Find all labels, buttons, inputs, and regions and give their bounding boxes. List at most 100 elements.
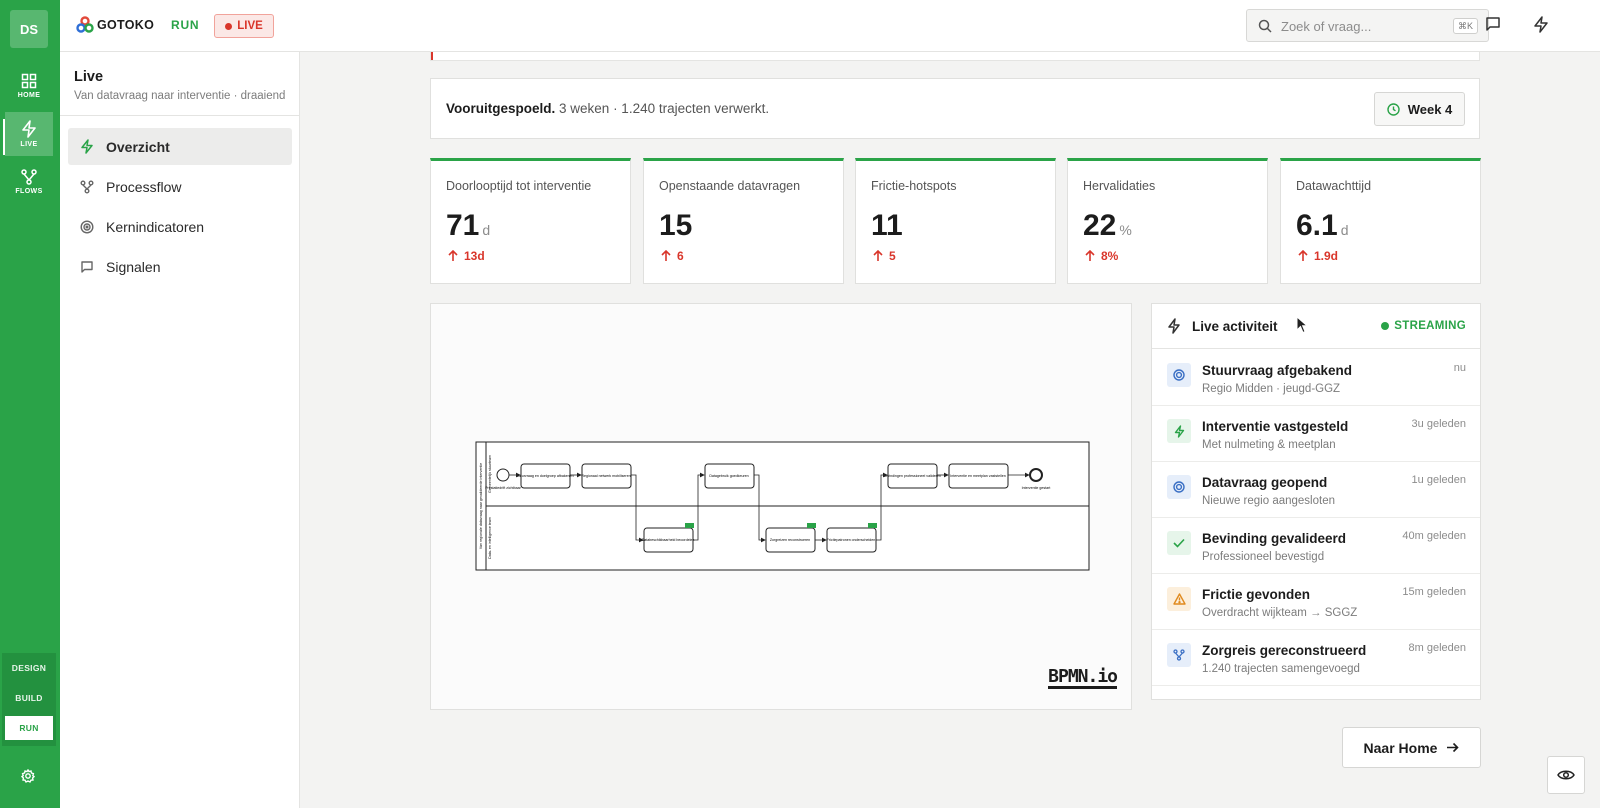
kpi-card[interactable]: Datawachttijd 6.1 d 1.9d — [1280, 158, 1481, 284]
kpi-card[interactable]: Frictie-hotspots 11 5 — [855, 158, 1056, 284]
bpmn-task-label: Zorgreizen reconstrueren — [770, 538, 810, 542]
home-button-label: Naar Home — [1363, 739, 1438, 756]
week-label: Week 4 — [1407, 101, 1453, 117]
bpmn-io-logo[interactable]: BPMN.io — [1048, 668, 1118, 689]
search-icon — [1258, 19, 1272, 33]
sidebar-item-signalen[interactable]: Signalen — [68, 248, 292, 285]
sidebar-item-overzicht[interactable]: Overzicht — [68, 128, 292, 165]
app-logo[interactable]: GOTOKO — [76, 16, 154, 34]
end-event-label: Interventie gestart — [1022, 486, 1051, 490]
rail-item-home[interactable]: HOME — [5, 64, 53, 108]
mode-label: RUN — [171, 18, 200, 32]
activity-item[interactable]: Stuurvraag afgebakend Regio Midden · jeu… — [1152, 350, 1480, 406]
start-event-label: Prestatiedrift zichtbaar — [485, 486, 522, 490]
activity-item-title: Interventie vastgesteld — [1202, 419, 1349, 434]
rail-item-label: FLOWS — [15, 188, 43, 195]
sidebar-item-processflow[interactable]: Processflow — [68, 168, 292, 205]
activity-item-subtitle: Overdracht wijkteam → SGGZ — [1202, 607, 1358, 619]
kpi-number: 71 — [446, 209, 480, 242]
flow-icon — [79, 179, 95, 195]
mouse-cursor-icon — [1296, 315, 1309, 339]
activity-item[interactable]: Zorgreis gereconstrueerd 1.240 trajecten… — [1152, 630, 1480, 686]
top-header: GOTOKO RUN LIVE Zoek of vraag... ⌘K — [60, 0, 1600, 52]
home-button[interactable]: Naar Home — [1342, 727, 1481, 768]
live-activity-panel: Live activiteit STREAMING Stuurvraag afg… — [1151, 303, 1481, 700]
kpi-card[interactable]: Openstaande datavragen 15 6 — [643, 158, 844, 284]
rail-item-live[interactable]: LIVE — [5, 112, 53, 156]
activity-item[interactable]: Frictie gevonden Overdracht wijkteam → S… — [1152, 574, 1480, 630]
rail-item-flows[interactable]: FLOWS — [5, 160, 53, 204]
kpi-delta: 8% — [1085, 249, 1118, 263]
activity-button[interactable] — [1533, 16, 1549, 38]
bpmn-task-label: Interventie en meetplan vaststellen — [950, 474, 1006, 478]
kpi-number: 22 — [1083, 209, 1117, 242]
mode-design[interactable]: DESIGN — [5, 656, 53, 680]
activity-item-time: nu — [1453, 362, 1466, 374]
message-icon — [1486, 17, 1500, 31]
alert-strip — [430, 52, 1480, 61]
bpmn-task-label: Databeschikbaarheid beoordelen — [642, 538, 695, 542]
bpmn-task-label: Datagebruik goedkeuren — [709, 474, 748, 478]
lane-label: Data- en intelligence team — [488, 517, 492, 559]
bolt-icon — [1167, 419, 1191, 443]
kpi-delta-value: 6 — [677, 249, 684, 263]
activity-item-title: Stuurvraag afgebakend — [1202, 363, 1353, 378]
arrow-up-icon — [1298, 250, 1308, 261]
kpi-card[interactable]: Doorlooptijd tot interventie 71 d 13d — [430, 158, 631, 284]
progress-banner: Vooruitgespoeld. 3 weken · 1.240 traject… — [430, 78, 1480, 139]
eye-icon — [1557, 770, 1575, 780]
sidebar: Live Van datavraag naar interventie · dr… — [60, 52, 300, 808]
bpmn-task-label: Frictiepatronen onderscheiden — [827, 538, 876, 542]
end-event[interactable] — [1029, 468, 1043, 482]
kpi-delta-value: 13d — [464, 249, 485, 263]
kpi-unit: d — [1340, 222, 1349, 238]
mode-build[interactable]: BUILD — [5, 686, 53, 710]
bpmn-task-label: Stuurvraag en doelgroep afbakenen — [516, 474, 573, 478]
bpmn-task-label: Regionaal netwerk mobiliseren — [581, 474, 630, 478]
start-event[interactable] — [496, 468, 510, 482]
live-badge-label: LIVE — [237, 20, 263, 32]
user-avatar[interactable]: DS — [10, 10, 48, 48]
kpi-unit: d — [482, 222, 491, 238]
logo-icon — [76, 16, 94, 33]
kpi-card[interactable]: Hervalidaties 22% 8% — [1067, 158, 1268, 284]
kpi-number: 15 — [659, 209, 693, 242]
task-badge — [685, 523, 694, 528]
pool-label: Van regionale datavraag naar gevalideerd… — [479, 463, 483, 549]
activity-item[interactable]: Datavraag geopend Nieuwe regio aangeslot… — [1152, 462, 1480, 518]
activity-item-subtitle: Regio Midden · jeugd-GGZ — [1202, 383, 1341, 395]
week-button[interactable]: Week 4 — [1374, 92, 1465, 126]
activity-item-time: 15m geleden — [1402, 586, 1466, 598]
progress-bold: Vooruitgespoeld. — [446, 101, 556, 116]
status-label: STREAMING — [1394, 320, 1466, 332]
flow-icon — [1167, 643, 1191, 667]
rail-item-label: HOME — [17, 92, 41, 99]
search-input[interactable]: Zoek of vraag... ⌘K — [1246, 9, 1489, 42]
sidebar-item-label: Signalen — [106, 258, 161, 275]
sidebar-item-kernindicatoren[interactable]: Kernindicatoren — [68, 208, 292, 245]
progress-detail: 3 weken · 1.240 trajecten verwerkt. — [559, 101, 770, 116]
activity-item-subtitle: Met nulmeting & meetplan — [1202, 439, 1336, 451]
logo-text: GOTOKO — [97, 18, 155, 32]
arrow-up-icon — [1085, 250, 1095, 261]
kpi-delta-value: 1.9d — [1314, 249, 1339, 263]
flow-icon — [21, 169, 37, 185]
search-shortcut: ⌘K — [1452, 18, 1478, 34]
bpmn-diagram[interactable]: Van regionale datavraag naar gevalideerd… — [430, 303, 1132, 710]
activity-item[interactable]: Bevinding gevalideerd Professioneel beve… — [1152, 518, 1480, 574]
kpi-value: 6.1 d — [1296, 209, 1349, 243]
kpi-number: 6.1 — [1296, 209, 1338, 242]
activity-item-subtitle: Professioneel bevestigd — [1202, 551, 1325, 563]
bpmn-canvas[interactable]: Van regionale datavraag naar gevalideerd… — [431, 304, 1133, 711]
activity-item[interactable]: Interventie vastgesteld Met nulmeting & … — [1152, 406, 1480, 462]
sidebar-item-label: Processflow — [106, 178, 182, 195]
preview-toggle-button[interactable] — [1547, 756, 1585, 794]
mode-run[interactable]: RUN — [5, 716, 53, 740]
messages-button[interactable] — [1485, 16, 1501, 37]
arrow-right-icon — [1447, 742, 1460, 753]
search-placeholder: Zoek of vraag... — [1281, 19, 1372, 34]
activity-item-title: Datavraag geopend — [1202, 475, 1328, 490]
kpi-delta: 6 — [661, 249, 684, 263]
settings-button[interactable] — [20, 768, 36, 788]
kpi-delta: 13d — [448, 249, 485, 263]
